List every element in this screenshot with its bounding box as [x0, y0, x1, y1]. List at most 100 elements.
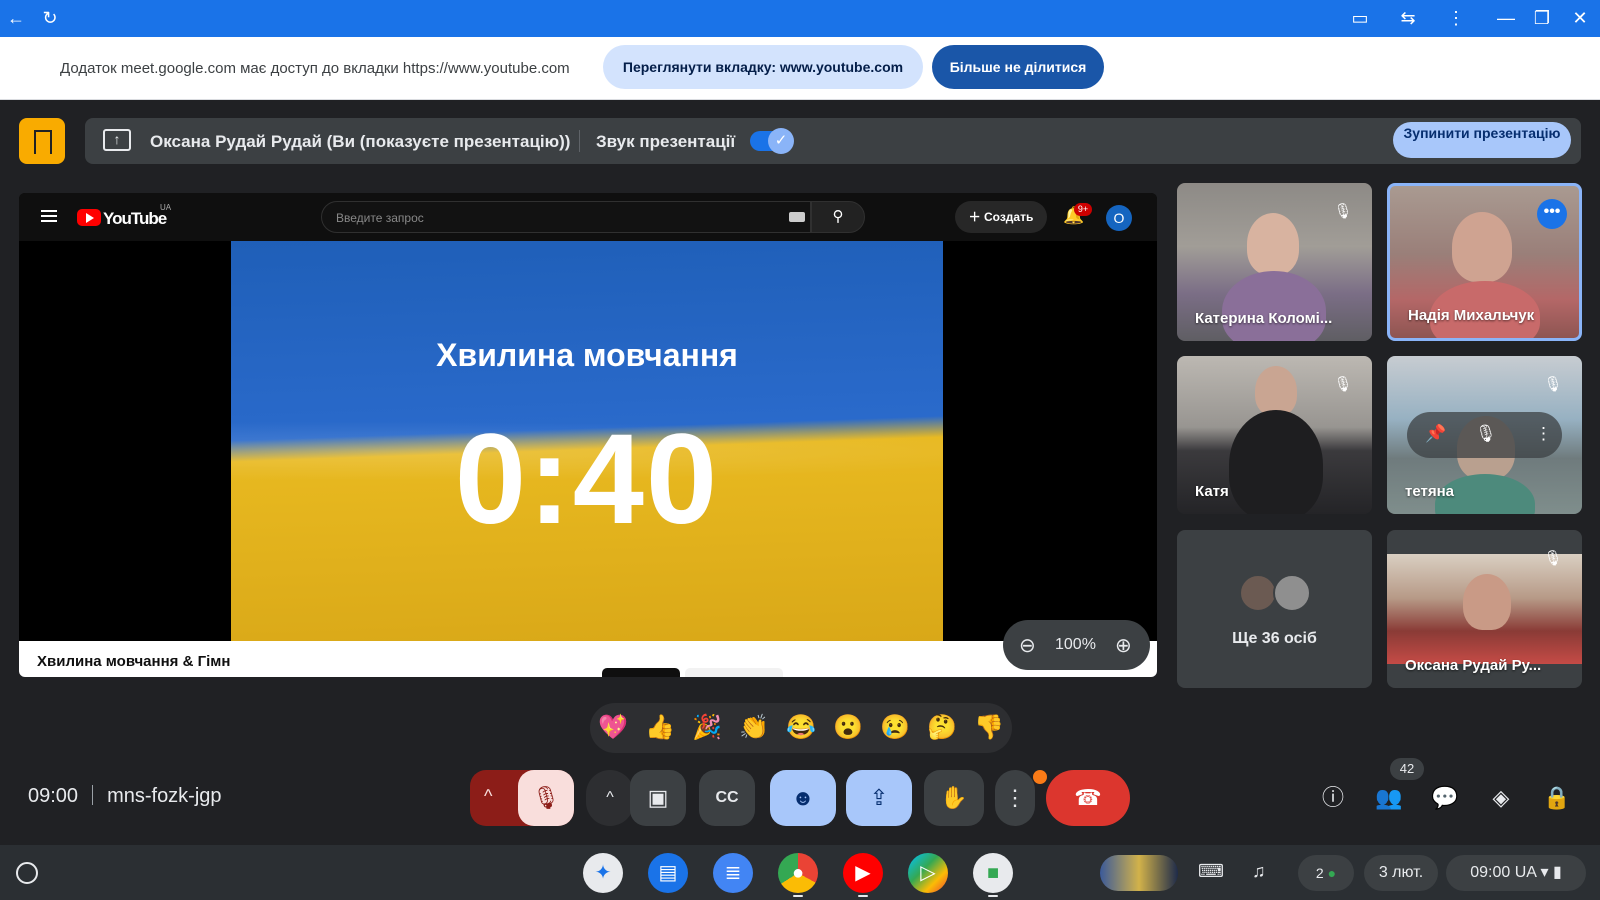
clap-reaction-button[interactable]: 👏	[739, 713, 769, 743]
stop-sharing-button[interactable]: Більше не ділитися	[932, 45, 1104, 89]
more-options-button[interactable]: ⋮	[995, 770, 1035, 826]
sparkling-heart-reaction-button[interactable]: 💖	[598, 713, 628, 743]
pin-icon[interactable]: 📌	[1425, 424, 1446, 444]
participant-count-badge: 42	[1390, 758, 1424, 780]
surprised-reaction-button[interactable]: 😮	[833, 713, 863, 743]
video-overlay-title: Хвилина мовчання	[436, 337, 738, 373]
plus-icon: ＋	[968, 210, 984, 224]
meeting-details-icon[interactable]: ⓘ	[1318, 783, 1348, 813]
running-indicator	[793, 895, 803, 897]
participant-name: тетяна	[1405, 483, 1454, 500]
youtube-logo-icon[interactable]	[77, 209, 101, 226]
meeting-code[interactable]: mns-fozk-jgp	[107, 785, 221, 807]
youtube-region: UA	[160, 203, 172, 212]
thumbs-down-reaction-button[interactable]: 👎	[974, 713, 1004, 743]
youtube-search-input[interactable]: Введите запрос	[321, 201, 811, 233]
people-icon[interactable]: 👥	[1374, 783, 1404, 813]
camera-button[interactable]: ▣	[630, 770, 686, 826]
audio-options-icon[interactable]: ^	[484, 786, 492, 807]
chrome-icon[interactable]: ●	[778, 853, 818, 893]
more-participants-label: Ще 36 осіб	[1232, 630, 1317, 647]
create-button[interactable]: ＋ Создать	[955, 201, 1047, 233]
participant-tile[interactable]: 🎙 Оксана Рудай Ру...	[1387, 530, 1582, 688]
present-screen-icon: ↑	[103, 129, 131, 151]
thinking-reaction-button[interactable]: 🤔	[927, 713, 957, 743]
participant-tile[interactable]: ••• Надія Михальчук	[1387, 183, 1582, 341]
status-tray[interactable]: 09:00 UA ▾ ▮	[1446, 855, 1586, 891]
video-options-icon[interactable]: ^	[586, 770, 634, 826]
notifications-tray[interactable]: 2 ●	[1298, 855, 1354, 891]
hamburger-menu-icon[interactable]	[41, 210, 57, 222]
date-tray[interactable]: 3 лют.	[1364, 855, 1438, 891]
chip[interactable]	[602, 668, 680, 677]
microphone-control: ^ 🎙	[470, 770, 574, 826]
menu-icon[interactable]: ⋮	[1444, 6, 1468, 30]
participant-name: Катерина Коломі...	[1195, 310, 1333, 327]
youtube-brand[interactable]: YouTube	[103, 209, 167, 229]
zoom-out-icon[interactable]: ⊖	[1019, 633, 1036, 658]
view-tab-button[interactable]: Переглянути вкладку: www.youtube.com	[603, 45, 923, 89]
more-options-icon[interactable]: •••	[1537, 199, 1567, 229]
activities-icon[interactable]: ◈	[1486, 783, 1516, 813]
notification-dot	[1033, 770, 1047, 784]
avatar	[1239, 574, 1277, 612]
present-button[interactable]: ⇪	[846, 770, 912, 826]
participant-video	[1255, 366, 1297, 416]
search-icon[interactable]: ⚲	[811, 201, 865, 233]
browser-titlebar: ← ↻ ▭ ⇆ ⋮ — ❐ ✕	[0, 0, 1600, 37]
raise-hand-button[interactable]: ✋	[924, 770, 984, 826]
video-title[interactable]: Хвилина мовчання & Гімн	[37, 653, 230, 670]
emoji-button[interactable]: ☻	[770, 770, 836, 826]
video-info: Хвилина мовчання & Гімн	[19, 641, 1157, 677]
sad-reaction-button[interactable]: 😢	[880, 713, 910, 743]
participant-tile[interactable]: 🎙 📌 🎙 ⋮ тетяна	[1387, 356, 1582, 514]
back-icon[interactable]: ←	[4, 6, 28, 30]
launcher-icon[interactable]	[16, 862, 38, 884]
mic-off-icon: 🎙	[1333, 203, 1353, 220]
divider	[92, 785, 94, 805]
zoom-in-icon[interactable]: ⊕	[1115, 633, 1132, 658]
host-controls-icon[interactable]: 🔒	[1542, 783, 1572, 813]
chip[interactable]	[685, 668, 783, 677]
more-participants-tile[interactable]: Ще 36 осіб	[1177, 530, 1372, 688]
battery-icon: ▮	[1552, 864, 1562, 881]
files-icon[interactable]: ▤	[648, 853, 688, 893]
leave-call-button[interactable]: ☎	[1046, 770, 1130, 826]
stop-presentation-button[interactable]: Зупинити презентацію	[1393, 122, 1571, 158]
presentation-audio-toggle[interactable]: ✓	[750, 128, 794, 154]
meet-activity-logo-icon[interactable]	[19, 118, 65, 164]
media-controls-icon[interactable]: ♫	[1252, 861, 1266, 882]
party-reaction-button[interactable]: 🎉	[692, 713, 722, 743]
captions-button[interactable]: CC	[699, 770, 755, 826]
participant-tile[interactable]: 🎙 Катерина Коломі...	[1177, 183, 1372, 341]
mic-off-icon: 🎙	[1543, 376, 1563, 393]
translate-icon[interactable]: ⇆	[1396, 6, 1420, 30]
chat-icon[interactable]: 💬	[1430, 783, 1460, 813]
avatar[interactable]: О	[1106, 205, 1132, 231]
docs-icon[interactable]: ≣	[713, 853, 753, 893]
camera-permission-icon[interactable]: ▭	[1348, 6, 1372, 30]
zoom-control: ⊖ 100% ⊕	[1003, 620, 1150, 670]
participant-name: Оксана Рудай Ру...	[1405, 657, 1542, 674]
laugh-reaction-button[interactable]: 😂	[786, 713, 816, 743]
mute-participant-icon[interactable]: 🎙	[1475, 424, 1497, 444]
participant-tile[interactable]: 🎙 Катя	[1177, 356, 1372, 514]
tray-thumbnail[interactable]	[1100, 855, 1178, 891]
participant-video	[1452, 212, 1512, 282]
assistant-icon[interactable]: ✦	[583, 853, 623, 893]
notifications-count: 2	[1315, 865, 1324, 881]
close-icon[interactable]: ✕	[1568, 6, 1592, 30]
reload-icon[interactable]: ↻	[38, 6, 62, 30]
mic-off-button[interactable]: 🎙	[518, 770, 574, 826]
keyboard-icon[interactable]	[789, 212, 805, 222]
minimize-icon[interactable]: —	[1494, 6, 1518, 30]
meet-app-icon[interactable]: ■	[973, 853, 1013, 893]
keyboard-icon[interactable]: ⌨	[1198, 861, 1224, 882]
restore-icon[interactable]: ❐	[1530, 6, 1554, 30]
play-store-icon[interactable]: ▷	[908, 853, 948, 893]
thumbs-up-reaction-button[interactable]: 👍	[645, 713, 675, 743]
sharing-message: Додаток meet.google.com має доступ до вк…	[60, 60, 570, 77]
youtube-app-icon[interactable]: ▶	[843, 853, 883, 893]
video-player[interactable]: Хвилина мовчання 0:40	[231, 241, 943, 641]
more-options-icon[interactable]: ⋮	[1535, 424, 1552, 444]
